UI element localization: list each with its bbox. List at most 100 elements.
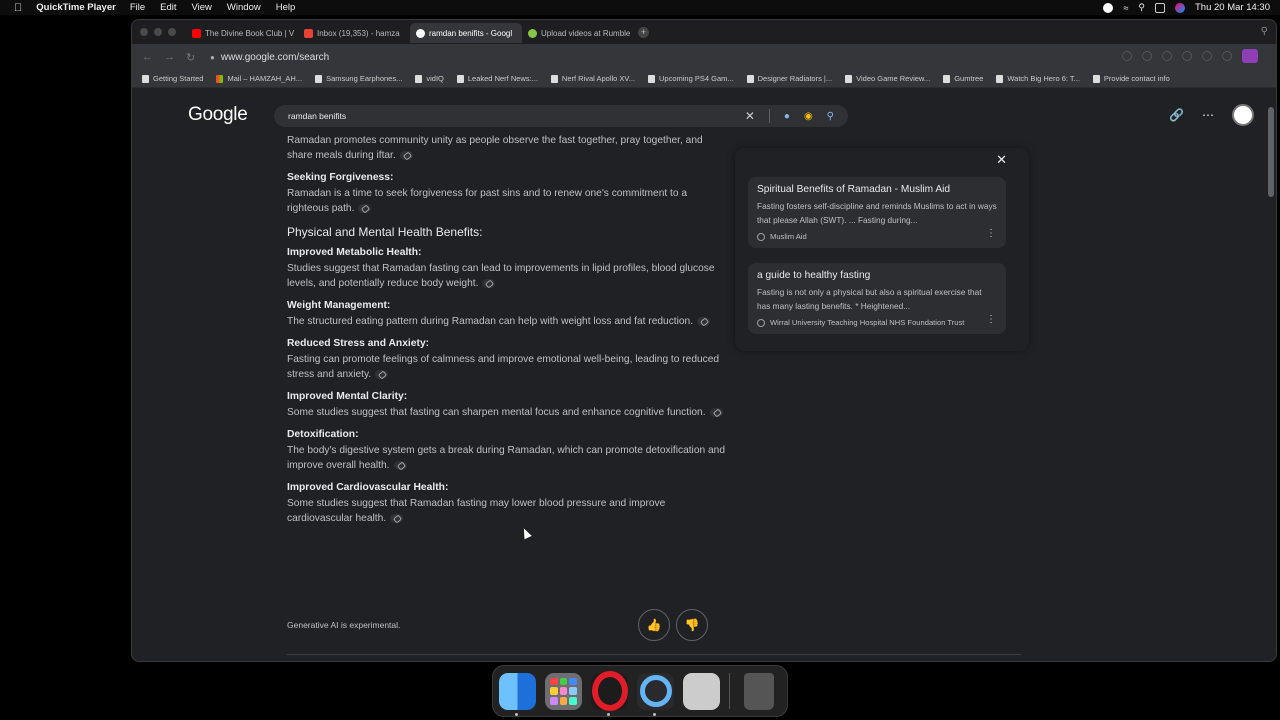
download-icon[interactable] <box>1222 51 1232 61</box>
new-tab-button[interactable]: + <box>638 26 649 38</box>
paragraph-text: The structured eating pattern during Ram… <box>287 316 694 327</box>
source-title[interactable]: a guide to healthy fasting <box>757 270 997 281</box>
reload-icon[interactable]: ↻ <box>186 51 198 64</box>
bookmark[interactable]: Mail – HAMZAH_AH... <box>216 74 302 83</box>
search-box[interactable]: ramdan benifits ✕ ● ◉ ⚲ <box>274 105 848 127</box>
wifi-icon[interactable]: ≈ <box>1123 3 1128 13</box>
tab-search-icon[interactable]: ⚲ <box>1261 26 1268 37</box>
document-icon <box>142 74 149 83</box>
close-window-button[interactable] <box>140 28 148 36</box>
more-options-icon[interactable]: ⋮ <box>986 228 996 239</box>
close-panel-icon[interactable]: ✕ <box>996 152 1007 168</box>
bookmark[interactable]: Leaked Nerf News:... <box>456 74 538 83</box>
apps-grid-icon[interactable]: ⋯ <box>1202 108 1214 122</box>
bookmark[interactable]: Getting Started <box>142 74 203 83</box>
bookmark[interactable]: Provide contact info <box>1092 74 1170 83</box>
bookmark[interactable]: Upcoming PS4 Gam... <box>648 74 734 83</box>
tab-google-search[interactable]: ramdan benifits - Googl <box>410 23 522 43</box>
control-center-icon[interactable] <box>1155 2 1165 13</box>
document-icon <box>1092 74 1100 83</box>
launchpad-icon[interactable] <box>545 672 582 710</box>
ai-paragraph: Ramadan promotes community unity as peop… <box>287 133 727 163</box>
source-card[interactable]: Spiritual Benefits of Ramadan - Muslim A… <box>748 177 1006 248</box>
bookmark[interactable]: vidIQ <box>415 74 444 83</box>
menu-view[interactable]: View <box>192 2 212 13</box>
search-icon[interactable]: ⚲ <box>827 111 834 122</box>
clear-icon[interactable]: ✕ <box>745 109 755 123</box>
source-title[interactable]: Spiritual Benefits of Ramadan - Muslim A… <box>757 184 997 195</box>
ai-overview: Ramadan promotes community unity as peop… <box>287 133 727 535</box>
bookmark[interactable]: Gumtree <box>943 74 983 83</box>
avatar[interactable] <box>1232 104 1254 126</box>
siri-icon[interactable] <box>1175 2 1185 13</box>
tab-inbox[interactable]: Inbox (19,353) - hamza <box>298 23 410 43</box>
forward-icon[interactable]: → <box>164 51 176 63</box>
menu-file[interactable]: File <box>130 2 145 13</box>
bookmark-label: Mail – HAMZAH_AH... <box>227 74 303 83</box>
citation-link-icon[interactable] <box>390 513 404 523</box>
tab-label: Upload videos at Rumble <box>541 28 631 38</box>
bookmarks-bar: Getting Started Mail – HAMZAH_AH... Sams… <box>132 70 1276 88</box>
search-input[interactable]: ramdan benifits <box>288 111 745 121</box>
bookmark[interactable]: Samsung Earphones... <box>315 74 402 83</box>
bookmark-label: Video Game Review... <box>856 74 931 83</box>
bookmark-label: Watch Big Hero 6: T... <box>1007 74 1080 83</box>
minimize-window-button[interactable] <box>154 28 162 36</box>
profile-extension-icon[interactable] <box>1242 49 1258 63</box>
youtube-icon <box>192 28 201 38</box>
quicktime-icon[interactable] <box>637 672 674 716</box>
bookmark[interactable]: Watch Big Hero 6: T... <box>996 74 1080 83</box>
ai-paragraph: Fasting can promote feelings of calmness… <box>287 352 727 382</box>
thumbs-up-button[interactable]: 👍 <box>638 609 670 641</box>
scrollbar-thumb[interactable] <box>1268 107 1274 197</box>
citation-link-icon[interactable] <box>399 150 413 160</box>
microphone-icon[interactable]: ● <box>784 111 790 122</box>
finder-icon[interactable] <box>499 672 536 716</box>
citation-link-icon[interactable] <box>709 407 723 417</box>
back-icon[interactable]: ← <box>142 51 154 63</box>
extension-icon[interactable] <box>1122 51 1132 61</box>
more-options-icon[interactable]: ⋮ <box>986 314 996 325</box>
bookmark[interactable]: Designer Radiators |... <box>746 74 832 83</box>
play-icon[interactable] <box>1182 51 1192 61</box>
citation-link-icon[interactable] <box>393 460 407 470</box>
url-field[interactable]: ● www.google.com/search <box>210 52 329 63</box>
camera-icon[interactable] <box>1162 51 1172 61</box>
apple-icon[interactable]:  <box>14 2 22 14</box>
opera-icon[interactable] <box>591 672 628 716</box>
link-icon[interactable]: 🔗 <box>1169 108 1184 122</box>
window-controls <box>140 28 176 36</box>
citation-link-icon[interactable] <box>482 278 496 288</box>
tab-rumble[interactable]: Upload videos at Rumble <box>522 23 634 43</box>
paragraph-text: Ramadan is a time to seek forgiveness fo… <box>287 188 688 214</box>
tab-label: Inbox (19,353) - hamza <box>317 28 400 38</box>
bookmark-label: vidIQ <box>426 74 444 83</box>
google-logo[interactable]: Google <box>188 104 248 126</box>
ai-paragraph: Ramadan is a time to seek forgiveness fo… <box>287 186 727 216</box>
record-icon[interactable] <box>1103 2 1114 13</box>
citation-link-icon[interactable] <box>375 369 389 379</box>
site-info-icon[interactable]: ● <box>210 53 215 62</box>
trash-icon[interactable] <box>744 672 774 710</box>
bookmark[interactable]: Nerf Rival Apollo XV... <box>550 74 635 83</box>
ai-paragraph: The structured eating pattern during Ram… <box>287 314 727 329</box>
extension-icon[interactable] <box>1142 51 1152 61</box>
zoom-window-button[interactable] <box>168 28 176 36</box>
heart-icon[interactable] <box>1202 51 1212 61</box>
document-icon <box>845 74 853 83</box>
citation-link-icon[interactable] <box>358 203 372 213</box>
tab-divine-book-club[interactable]: The Divine Book Club | V <box>186 23 298 43</box>
lens-icon[interactable]: ◉ <box>804 111 813 122</box>
clock[interactable]: Thu 20 Mar 14:30 <box>1195 2 1270 13</box>
citation-link-icon[interactable] <box>697 316 711 326</box>
thumbs-down-button[interactable]: 👎 <box>676 609 708 641</box>
preview-icon[interactable] <box>683 672 720 710</box>
menu-edit[interactable]: Edit <box>160 2 176 13</box>
menu-window[interactable]: Window <box>227 2 261 13</box>
bookmark[interactable]: Video Game Review... <box>845 74 930 83</box>
source-site-name: Muslim Aid <box>770 232 807 241</box>
spotlight-icon[interactable]: ⚲ <box>1138 2 1145 13</box>
menu-help[interactable]: Help <box>276 2 296 13</box>
source-card[interactable]: a guide to healthy fasting Fasting is no… <box>748 263 1006 334</box>
app-name[interactable]: QuickTime Player <box>36 2 116 13</box>
